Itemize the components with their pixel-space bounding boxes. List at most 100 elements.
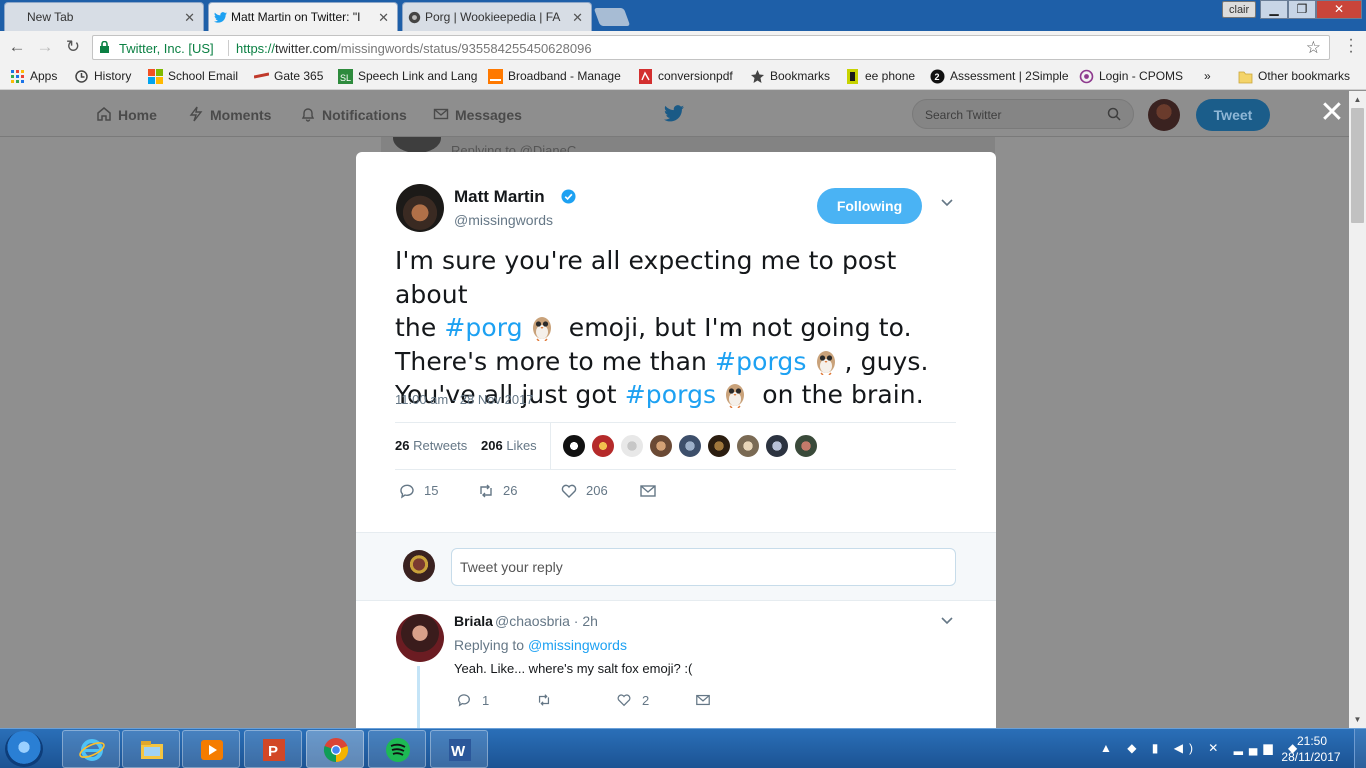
close-modal-icon[interactable]: ✕ — [1318, 98, 1346, 128]
reply-count: 15 — [424, 483, 439, 498]
like-action[interactable]: 206 — [560, 483, 608, 498]
scroll-down-icon[interactable]: ▼ — [1349, 711, 1366, 728]
back-arrow-icon[interactable]: ← — [6, 36, 28, 58]
page-scrollbar[interactable]: ▲ ▼ — [1349, 91, 1366, 728]
envelope-icon — [640, 485, 656, 497]
bookmark-assessment[interactable]: 2 Assessment | 2Simple — [930, 69, 1069, 84]
reply-placeholder: Tweet your reply — [460, 559, 563, 575]
twitter-search-input[interactable]: Search Twitter — [912, 99, 1134, 129]
author-avatar[interactable] — [396, 184, 444, 232]
bookmark-speech-link[interactable]: SL Speech Link and Lang — [338, 69, 477, 84]
bookmark-other[interactable]: Other bookmarks — [1238, 69, 1350, 84]
window-close-button[interactable]: ✕ — [1316, 0, 1362, 19]
user-avatar[interactable] — [1148, 99, 1180, 131]
address-bar[interactable]: Twitter, Inc. [US] https://twitter.com/m… — [92, 35, 1330, 60]
url-scheme: https:// — [236, 41, 276, 56]
following-button[interactable]: Following — [817, 188, 922, 224]
retweet-count: 26 — [503, 483, 518, 498]
hashtag-link[interactable]: #porg — [444, 313, 522, 342]
liker-avatar[interactable] — [591, 434, 615, 458]
reply-author-meta[interactable]: @chaosbria · 2h — [495, 613, 598, 629]
minimize-button[interactable]: ▁ — [1260, 0, 1288, 19]
close-tab-icon[interactable]: ✕ — [378, 10, 389, 26]
bookmark-history[interactable]: History — [74, 69, 131, 83]
tweet-line: emoji, but I'm not going to. — [560, 313, 912, 342]
bookmark-school-email[interactable]: School Email — [148, 69, 239, 84]
compose-tweet-button[interactable]: Tweet — [1196, 99, 1270, 131]
liker-avatar[interactable] — [562, 434, 586, 458]
taskbar-media-player[interactable] — [182, 730, 240, 768]
likes-stat[interactable]: 206 Likes — [481, 438, 537, 453]
reply-author-avatar[interactable] — [396, 614, 444, 662]
bookmark-apps[interactable]: Apps — [10, 69, 57, 83]
taskbar-spotify[interactable] — [368, 730, 426, 768]
scrollbar-thumb[interactable] — [1351, 108, 1364, 223]
bookmarks-overflow-button[interactable]: » — [1186, 69, 1211, 83]
tab-twitter[interactable]: Matt Martin on Twitter: "I ✕ — [208, 2, 398, 31]
direct-message-action[interactable] — [639, 483, 657, 501]
search-icon[interactable] — [1107, 107, 1121, 121]
retweets-stat[interactable]: 26 Retweets — [395, 438, 467, 453]
bookmark-label: Login - CPOMS — [1099, 69, 1184, 83]
bookmark-gate-365[interactable]: Gate 365 — [254, 69, 323, 83]
liker-avatar[interactable] — [707, 434, 731, 458]
reply-action[interactable]: 1 — [456, 693, 489, 708]
bookmark-ee-phone[interactable]: ee phone — [845, 69, 915, 84]
liker-avatar[interactable] — [765, 434, 789, 458]
clock-date[interactable]: 28/11/2017 — [1276, 750, 1346, 764]
taskbar-chrome[interactable] — [306, 730, 364, 768]
browser-menu-icon[interactable]: · · · — [1343, 32, 1359, 60]
bookmark-broadband[interactable]: Broadband - Manage — [488, 69, 621, 84]
internet-explorer-icon — [79, 739, 105, 761]
author-handle[interactable]: @missingwords — [454, 212, 553, 228]
bookmark-conversionpdf[interactable]: conversionpdf — [638, 69, 733, 84]
forward-arrow-icon[interactable]: → — [34, 36, 56, 58]
taskbar-internet-explorer[interactable] — [62, 730, 120, 768]
liker-avatar[interactable] — [620, 434, 644, 458]
author-name[interactable]: Matt Martin — [454, 187, 545, 207]
bookmark-label: School Email — [168, 69, 239, 83]
liker-avatar[interactable] — [678, 434, 702, 458]
tweet-timestamp[interactable]: 11:00 am - 28 Nov 2017 — [395, 392, 534, 407]
hashtag-link[interactable]: #porgs — [715, 347, 806, 376]
nav-moments[interactable]: Moments — [188, 106, 271, 123]
bookmark-cpoms[interactable]: Login - CPOMS — [1079, 69, 1184, 84]
liker-avatar[interactable] — [649, 434, 673, 458]
reply-author-name[interactable]: Briala — [454, 613, 493, 629]
chevron-down-icon[interactable] — [940, 616, 954, 626]
liker-avatar[interactable] — [736, 434, 760, 458]
new-tab-button[interactable] — [593, 8, 631, 26]
restore-button[interactable]: ❐ — [1288, 0, 1316, 19]
retweet-action[interactable]: 26 — [477, 483, 517, 498]
system-tray-icons[interactable]: ▲ ◆ ▮ ◀) ✕ ▂▄▆ ◆ — [1100, 741, 1303, 755]
reload-icon[interactable]: ↻ — [62, 36, 84, 58]
bookmark-bookmarks[interactable]: Bookmarks — [750, 69, 830, 83]
direct-message-action[interactable] — [695, 693, 713, 711]
twitter-bird-icon — [214, 12, 227, 23]
taskbar-file-explorer[interactable] — [122, 730, 180, 768]
taskbar-powerpoint[interactable]: P — [244, 730, 302, 768]
scroll-up-icon[interactable]: ▲ — [1349, 91, 1366, 108]
profile-button[interactable]: clair — [1222, 1, 1257, 18]
nav-home[interactable]: Home — [96, 107, 157, 123]
show-desktop-button[interactable] — [1354, 729, 1366, 768]
taskbar-word[interactable]: W — [430, 730, 488, 768]
liker-avatar[interactable] — [794, 434, 818, 458]
reply-input[interactable]: Tweet your reply — [451, 548, 956, 586]
tab-wookieepedia[interactable]: Porg | Wookieepedia | FA ✕ — [402, 2, 592, 31]
chevron-down-icon[interactable] — [940, 198, 954, 208]
close-tab-icon[interactable]: ✕ — [572, 10, 583, 26]
nav-notifications[interactable]: Notifications — [300, 107, 407, 123]
twitter-logo-icon[interactable] — [664, 105, 684, 122]
clock-time[interactable]: 21:50 — [1282, 734, 1342, 748]
reply-action[interactable]: 15 — [398, 483, 439, 499]
mention-link[interactable]: @missingwords — [528, 637, 627, 653]
hashtag-link[interactable]: #porgs — [625, 380, 716, 409]
like-action[interactable]: 2 — [616, 693, 649, 708]
start-button[interactable] — [5, 731, 43, 767]
bookmark-star-icon[interactable]: ☆ — [1306, 38, 1321, 58]
close-tab-icon[interactable]: ✕ — [184, 10, 195, 26]
browser-toolbar: ← → ↻ Twitter, Inc. [US] https://twitter… — [0, 31, 1366, 63]
tab-new-tab[interactable]: New Tab ✕ — [4, 2, 204, 31]
nav-messages[interactable]: Messages — [433, 107, 522, 123]
